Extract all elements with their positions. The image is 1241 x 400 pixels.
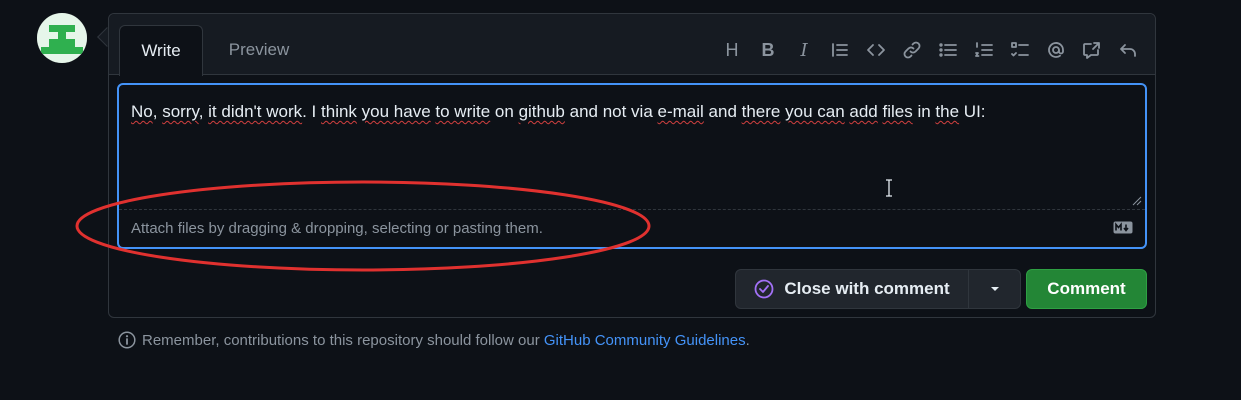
misspelled-word: you can <box>785 102 845 121</box>
misspelled-word: you have <box>361 102 431 121</box>
reference-icon[interactable] <box>1079 37 1105 63</box>
misspelled-word: to write <box>435 102 491 121</box>
resize-handle-icon[interactable] <box>1132 196 1142 206</box>
tab-preview[interactable]: Preview <box>215 25 303 76</box>
misspelled-word: github <box>518 102 565 121</box>
community-guidelines-link[interactable]: GitHub Community Guidelines <box>544 332 746 349</box>
text-cursor-icon <box>886 179 892 197</box>
misspelled-word: No <box>131 102 153 121</box>
comment-textarea[interactable]: No, sorry, it didn't work. I think you h… <box>117 83 1147 249</box>
bold-icon[interactable]: B <box>755 37 781 63</box>
text-segment: . I <box>302 102 322 121</box>
note-suffix: . <box>745 331 750 349</box>
misspelled-word: sorry <box>162 102 199 121</box>
undo-icon[interactable] <box>1115 37 1141 63</box>
text-segment: , <box>152 102 163 121</box>
close-with-comment-label: Close with comment <box>784 279 950 298</box>
markdown-toolbar: H B I <box>719 37 1141 63</box>
close-with-comment-button-group: Close with comment <box>735 269 1021 309</box>
text-segment: and not via <box>564 102 658 121</box>
text-segment: on <box>490 102 519 121</box>
info-icon <box>118 331 136 349</box>
misspelled-word: there <box>741 102 781 121</box>
tab-write[interactable]: Write <box>119 25 203 76</box>
misspelled-word: e-mail <box>657 102 704 121</box>
misspelled-word: files <box>882 102 913 121</box>
misspelled-word: add <box>849 102 878 121</box>
attach-hint[interactable]: Attach files by dragging & dropping, sel… <box>131 220 543 237</box>
code-icon[interactable] <box>863 37 889 63</box>
contribution-note: Remember, contributions to this reposito… <box>118 331 750 349</box>
bulleted-list-icon[interactable] <box>935 37 961 63</box>
text-segment: UI: <box>959 102 986 121</box>
misspelled-word: it didn't work <box>208 102 303 121</box>
quote-icon[interactable] <box>827 37 853 63</box>
heading-icon[interactable]: H <box>719 37 745 63</box>
italic-icon[interactable]: I <box>791 37 817 63</box>
avatar[interactable] <box>37 13 87 63</box>
close-with-comment-button[interactable]: Close with comment <box>736 270 969 308</box>
editor-header: Write Preview H B I <box>109 14 1155 76</box>
mention-icon[interactable] <box>1043 37 1069 63</box>
numbered-list-icon[interactable] <box>971 37 997 63</box>
comment-text[interactable]: No, sorry, it didn't work. I think you h… <box>131 101 1125 123</box>
identicon-icon <box>37 13 87 63</box>
triangle-down-icon <box>990 287 999 291</box>
comment-box: Write Preview H B I No, sorry, it didn't… <box>108 13 1156 318</box>
check-circle-icon <box>754 279 774 299</box>
text-segment: and <box>703 102 742 121</box>
close-options-dropdown[interactable] <box>969 270 1020 308</box>
text-segment: in <box>912 102 936 121</box>
attach-files-bar[interactable]: Attach files by dragging & dropping, sel… <box>119 209 1145 247</box>
task-list-icon[interactable] <box>1007 37 1033 63</box>
misspelled-word: think <box>321 102 357 121</box>
link-icon[interactable] <box>899 37 925 63</box>
misspelled-word: the <box>935 102 960 121</box>
note-text: Remember, contributions to this reposito… <box>142 331 544 349</box>
comment-button[interactable]: Comment <box>1026 269 1147 309</box>
markdown-icon <box>1113 221 1133 234</box>
text-segment: , <box>198 102 209 121</box>
